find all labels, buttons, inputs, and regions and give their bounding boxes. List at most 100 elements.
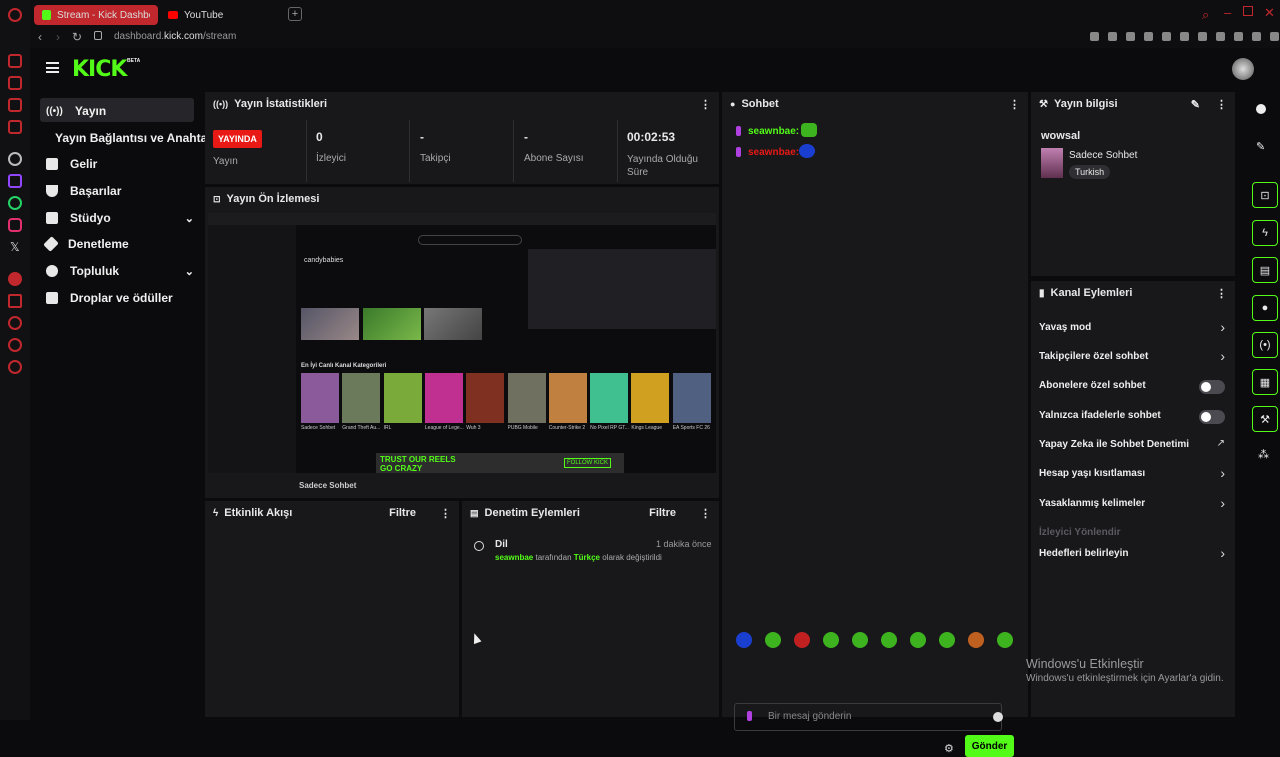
more-icon[interactable]: ⋮ — [1216, 98, 1227, 111]
snapshot-icon[interactable] — [1108, 32, 1117, 41]
channel-action-row[interactable]: Yapay Zeka ile Sohbet Denetimi ↗ — [1031, 435, 1235, 457]
more-icon[interactable]: ⋮ — [700, 507, 711, 520]
channel-action-row[interactable]: Yalnızca ifadelerle sohbet — [1031, 406, 1235, 428]
toggle-switch[interactable] — [1199, 380, 1225, 394]
toggle-switch[interactable] — [1199, 410, 1225, 424]
tab-youtube[interactable]: YouTube — [160, 5, 280, 25]
messenger-icon[interactable] — [8, 76, 22, 90]
sidebar-item-denetleme[interactable]: Denetleme — [43, 236, 129, 252]
rail-button-tools[interactable]: ⚒ — [1252, 406, 1278, 432]
extension-icon[interactable] — [1198, 32, 1207, 41]
bookmark-icon[interactable] — [1090, 32, 1099, 41]
share-icon[interactable] — [1234, 32, 1243, 41]
emote-shortcut[interactable] — [939, 632, 955, 648]
emote-shortcut[interactable] — [765, 632, 781, 648]
sidebar-item-stream-key[interactable]: Yayın Bağlantısı ve Anahtarı — [55, 131, 215, 145]
edit-icon[interactable]: ✎ — [1191, 98, 1200, 111]
settings-icon[interactable] — [8, 360, 22, 374]
emote-shortcut[interactable] — [852, 632, 868, 648]
instagram-icon[interactable] — [8, 218, 22, 232]
heart-icon[interactable] — [1180, 32, 1189, 41]
kick-logo[interactable]: KICK — [72, 57, 127, 82]
downloads-icon[interactable] — [1252, 32, 1261, 41]
forward-icon[interactable]: › — [56, 30, 60, 44]
back-icon[interactable]: ‹ — [38, 30, 42, 44]
channel-action-row[interactable]: Takipçilere özel sohbet › — [1031, 347, 1235, 369]
sidebar-item-yayin[interactable]: ((•)) Yayın — [46, 104, 106, 118]
list-icon[interactable] — [8, 294, 22, 308]
rail-button-broadcast[interactable]: (•) — [1252, 332, 1278, 358]
news-icon[interactable] — [8, 120, 22, 134]
rail-button-bolt[interactable]: ϟ — [1252, 220, 1278, 246]
sidebar-item-topluluk[interactable]: Topluluk ⌄ — [46, 264, 194, 278]
emoji-icon[interactable] — [993, 712, 1003, 722]
emote-shortcut[interactable] — [794, 632, 810, 648]
pencil-icon[interactable]: ✎ — [1256, 140, 1265, 153]
sidebar-item-basarilar[interactable]: Başarılar — [46, 184, 121, 198]
url-field[interactable]: dashboard.kick.com/stream — [114, 31, 236, 42]
aria-icon[interactable] — [8, 54, 22, 68]
sidebar-item-gelir[interactable]: Gelir — [46, 157, 97, 171]
channel-action-label: Yasaklanmış kelimeler — [1039, 498, 1146, 509]
record-icon[interactable] — [8, 272, 22, 286]
channel-action-row[interactable]: Yavaş mod › — [1031, 318, 1235, 340]
preview-category-card: Counter-Strike 2 — [548, 373, 587, 431]
rail-button-screenshot[interactable]: ⊡ — [1252, 182, 1278, 208]
preview-streamer: candybabies — [304, 257, 344, 264]
channel-action-row[interactable]: Abonelere özel sohbet — [1031, 376, 1235, 398]
emote-shortcut[interactable] — [823, 632, 839, 648]
emote-shortcut[interactable] — [997, 632, 1013, 648]
chatgpt-icon[interactable] — [8, 152, 22, 166]
channel-action-row[interactable]: Yasaklanmış kelimeler › — [1031, 494, 1235, 516]
close-window-button[interactable]: ✕ — [1264, 5, 1275, 21]
puzzle-icon[interactable] — [1216, 32, 1225, 41]
more-icon[interactable]: ⋮ — [440, 507, 451, 520]
chat-settings-icon[interactable]: ⚙ — [944, 742, 954, 755]
channel-action-row[interactable]: Hesap yaşı kısıtlaması › — [1031, 464, 1235, 486]
maximize-button[interactable] — [1243, 6, 1253, 16]
sidebar-item-droplar[interactable]: Droplar ve ödüller — [46, 291, 173, 305]
stream-category[interactable]: Sadece Sohbet — [1069, 150, 1137, 161]
twitch-icon[interactable] — [8, 174, 22, 188]
hamburger-menu-icon[interactable] — [46, 62, 59, 73]
preview-caption: Sadece Sohbet — [299, 481, 357, 490]
sidebar-item-studyo[interactable]: Stüdyo ⌄ — [46, 211, 194, 225]
rail-button-chat[interactable]: ● — [1252, 295, 1278, 321]
chat-username[interactable]: seawnbae: — [748, 126, 799, 137]
more-icon[interactable]: ⋮ — [700, 98, 711, 111]
stream-preview-video[interactable]: candybabies En İyi Canlı Kanal Kategoril… — [208, 213, 716, 473]
whatsapp-icon[interactable] — [8, 196, 22, 210]
search-icon[interactable]: ⌕ — [1202, 7, 1209, 23]
x-icon[interactable]: 𝕏 — [10, 240, 20, 254]
tab-kick-dashboard[interactable]: Stream - Kick Dashboa — [34, 5, 158, 25]
more-icon[interactable]: ⋮ — [1009, 98, 1020, 111]
rail-button-notes[interactable]: ▤ — [1252, 257, 1278, 283]
send-button[interactable]: Gönder — [965, 735, 1014, 757]
filter-button[interactable]: Filtre — [389, 507, 416, 519]
info-icon[interactable] — [1256, 104, 1266, 114]
play-icon[interactable] — [1162, 32, 1171, 41]
player-icon[interactable] — [8, 98, 22, 112]
download-icon[interactable] — [1144, 32, 1153, 41]
more-icon[interactable]: ⋮ — [1216, 287, 1227, 300]
reload-icon[interactable]: ↻ — [72, 30, 82, 44]
community-icon[interactable]: ⁂ — [1258, 448, 1269, 461]
mod-entry-user[interactable]: seawnbae — [495, 553, 533, 562]
clock-icon[interactable] — [8, 316, 22, 330]
filter-button[interactable]: Filtre — [649, 507, 676, 519]
menu-icon[interactable] — [1270, 32, 1279, 41]
opera-logo-icon[interactable] — [8, 8, 22, 22]
avatar[interactable] — [1232, 58, 1254, 80]
emote-shortcut[interactable] — [968, 632, 984, 648]
new-tab-button[interactable]: + — [288, 7, 302, 21]
channel-action-row[interactable]: Hedefleri belirleyin › — [1031, 544, 1235, 566]
shield-icon[interactable] — [1126, 32, 1135, 41]
chat-username[interactable]: seawnbae: — [748, 147, 799, 158]
chat-input[interactable]: Bir mesaj gönderin — [734, 703, 1003, 731]
emote-shortcut[interactable] — [736, 632, 752, 648]
rail-button-log[interactable]: ▦ — [1252, 369, 1278, 395]
minimize-button[interactable]: – — [1224, 5, 1231, 20]
history-icon[interactable] — [8, 338, 22, 352]
emote-shortcut[interactable] — [910, 632, 926, 648]
emote-shortcut[interactable] — [881, 632, 897, 648]
